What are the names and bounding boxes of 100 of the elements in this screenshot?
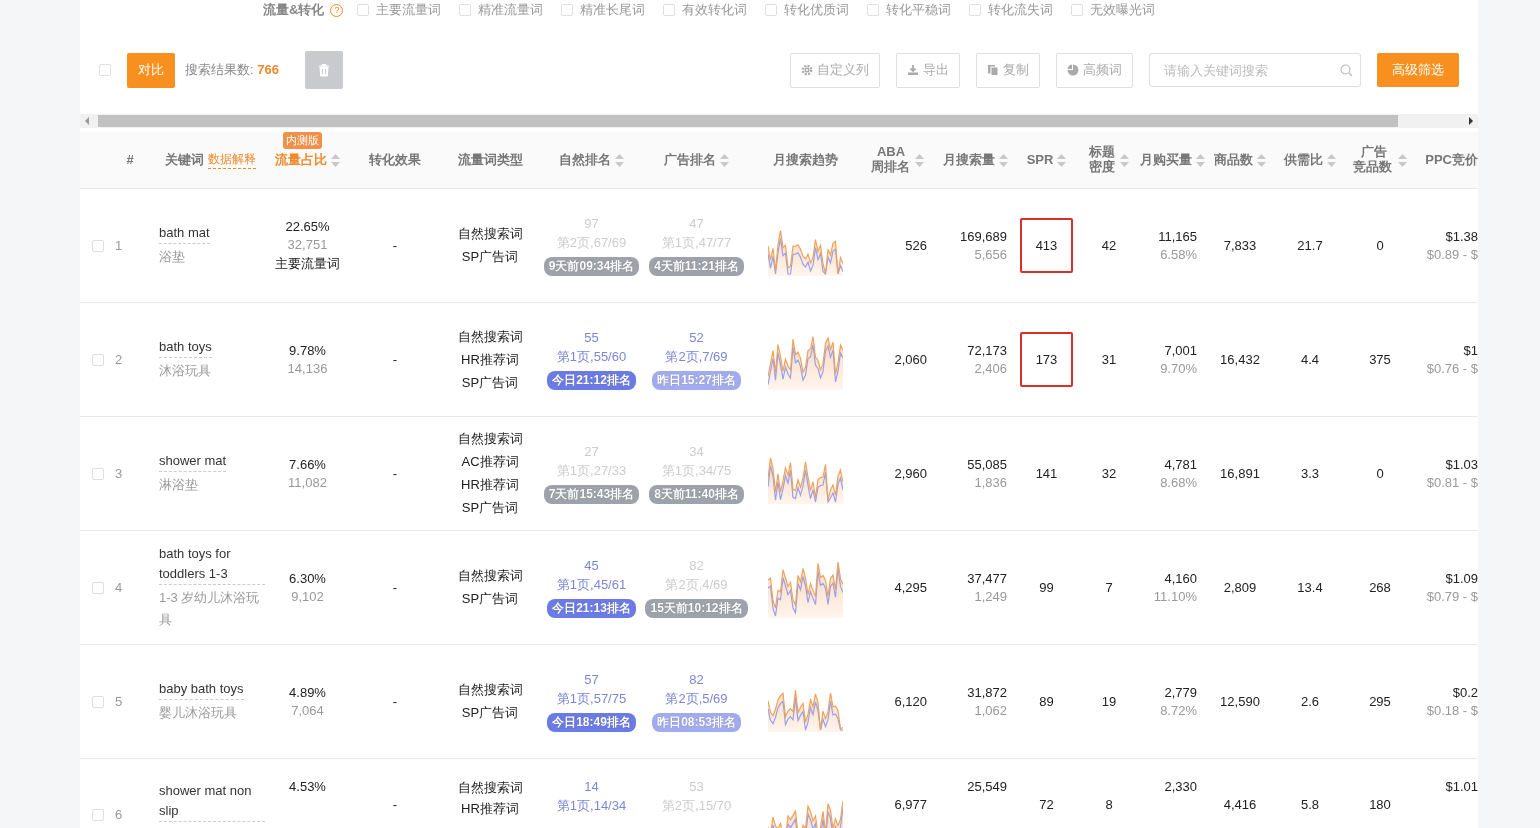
column-header[interactable]: PPC竞价: [1425, 152, 1478, 168]
keyword-link[interactable]: shower mat non slip: [159, 781, 265, 822]
scroll-right-icon[interactable]: [1468, 117, 1474, 125]
spr-value: 141: [1034, 465, 1059, 483]
keyword-link[interactable]: bath toys: [159, 337, 212, 358]
column-header[interactable]: 供需比: [1284, 152, 1323, 168]
monthly-searches: 25,549: [967, 779, 1007, 794]
filter-checkbox[interactable]: [663, 4, 676, 16]
filter-option-label[interactable]: 精准长尾词: [580, 1, 646, 19]
filter-option-label[interactable]: 精准流量词: [478, 1, 544, 19]
filter-option-label[interactable]: 无效曝光词: [1090, 1, 1156, 19]
conversion-value: -: [391, 693, 399, 711]
searches-sub-value: 1,249: [974, 589, 1007, 604]
column-header[interactable]: 流量词类型: [457, 152, 523, 168]
toolbar-button[interactable]: 导出: [896, 52, 960, 88]
sort-icon[interactable]: [998, 153, 1008, 167]
title-density: 32: [1100, 465, 1118, 483]
filter-checkbox[interactable]: [561, 4, 574, 16]
traffic-count: 14,136: [287, 361, 328, 376]
rank-page: 第1页,45/61: [556, 575, 627, 594]
traffic-count: 11,082: [288, 475, 327, 490]
advanced-filter-button[interactable]: 高级筛选: [1377, 53, 1459, 87]
column-header[interactable]: 月购买量: [1140, 152, 1192, 168]
sort-icon[interactable]: [331, 153, 340, 167]
keyword-link[interactable]: bath mat: [159, 223, 210, 244]
rank-number: 55: [584, 329, 599, 345]
supply-demand-ratio: 4.4: [1299, 351, 1321, 369]
column-header[interactable]: SPR: [1026, 152, 1054, 168]
keyword-translation: 浴垫: [159, 248, 185, 266]
filter-checkbox[interactable]: [969, 4, 982, 16]
sort-icon[interactable]: [1327, 153, 1336, 167]
sort-icon[interactable]: [1196, 153, 1205, 167]
column-header[interactable]: 流量占比: [275, 152, 327, 168]
filter-option-label[interactable]: 转化平稳词: [886, 1, 952, 19]
title-density: 8: [1104, 796, 1114, 812]
row-checkbox[interactable]: [91, 239, 104, 252]
rank-time-badge: 15天前10:12排名: [645, 598, 748, 618]
filter-checkbox[interactable]: [765, 4, 778, 16]
filter-option-label[interactable]: 主要流量词: [376, 1, 442, 19]
supply-demand-ratio: 3.3: [1299, 465, 1321, 483]
data-explanation-link[interactable]: 数据解释: [208, 151, 256, 169]
sort-icon[interactable]: [915, 153, 925, 167]
product-count: 7,833: [1222, 237, 1258, 255]
horizontal-scrollbar[interactable]: [80, 114, 1478, 128]
column-header[interactable]: ABA周排名: [870, 145, 912, 175]
compare-button[interactable]: 对比: [127, 52, 175, 88]
scrollbar-thumb[interactable]: [98, 115, 1398, 127]
traffic-share: 22.65%: [285, 218, 330, 234]
product-count: 16,891: [1219, 465, 1261, 483]
select-all-checkbox[interactable]: [99, 64, 111, 76]
filter-option-label[interactable]: 有效转化词: [682, 1, 748, 19]
monthly-searches: 72,173: [967, 343, 1007, 358]
title-density: 42: [1100, 237, 1118, 255]
row-checkbox[interactable]: [91, 809, 104, 821]
column-header[interactable]: 广告排名: [664, 152, 716, 168]
traffic-count: 7,064: [291, 703, 324, 718]
column-header[interactable]: 自然排名: [559, 152, 611, 168]
row-number: 6: [115, 806, 124, 822]
sort-icon[interactable]: [1397, 153, 1407, 167]
column-header[interactable]: 广告竞品数: [1353, 145, 1394, 175]
rank-number: 14: [584, 779, 599, 794]
filter-checkbox[interactable]: [867, 4, 880, 16]
keyword-search-field[interactable]: 请输入关键词搜索: [1149, 53, 1361, 87]
row-checkbox[interactable]: [91, 467, 104, 480]
keyword-link[interactable]: baby bath toys: [159, 679, 244, 700]
traffic-share: 7.66%: [289, 457, 326, 472]
keyword-type: 自然搜索词: [457, 430, 523, 448]
scroll-left-icon[interactable]: [84, 117, 90, 125]
column-header[interactable]: 月搜索趋势: [772, 152, 838, 168]
row-checkbox[interactable]: [91, 353, 104, 366]
sort-icon[interactable]: [1257, 153, 1266, 167]
toolbar-button[interactable]: 高频词: [1056, 52, 1133, 88]
sort-icon[interactable]: [1120, 153, 1130, 167]
search-icon[interactable]: [1340, 64, 1353, 77]
column-header[interactable]: 转化效果: [369, 152, 421, 168]
sort-icon[interactable]: [615, 153, 624, 167]
filter-checkbox[interactable]: [1071, 4, 1084, 16]
spr-value: 89: [1038, 693, 1055, 711]
column-header[interactable]: 关键词: [165, 152, 204, 168]
column-header[interactable]: 月搜索量: [942, 152, 995, 168]
keyword-link[interactable]: bath toys for toddlers 1-3: [159, 544, 265, 585]
monthly-purchases: 4,781: [1164, 457, 1197, 472]
ppc-range: $0.76 - $: [1426, 361, 1478, 376]
sort-icon[interactable]: [720, 153, 729, 167]
traffic-count: 9,102: [291, 589, 324, 604]
column-header[interactable]: 商品数: [1214, 152, 1253, 168]
keyword-link[interactable]: shower mat: [159, 451, 227, 472]
toolbar-button[interactable]: 自定义列: [790, 52, 880, 88]
column-header[interactable]: 标题密度: [1088, 145, 1117, 175]
filter-checkbox[interactable]: [357, 4, 370, 16]
toolbar-button[interactable]: 复制: [976, 52, 1040, 88]
filter-checkbox[interactable]: [459, 4, 472, 16]
keyword-type: SP广告词: [461, 373, 519, 392]
filter-option-label[interactable]: 转化流失词: [988, 1, 1054, 19]
column-header[interactable]: #: [126, 152, 134, 168]
row-checkbox[interactable]: [91, 695, 104, 708]
sort-icon[interactable]: [1057, 153, 1067, 167]
ppc-bid: $1.38: [1445, 229, 1478, 244]
filter-option-label[interactable]: 转化优质词: [784, 1, 850, 19]
row-checkbox[interactable]: [91, 581, 104, 594]
